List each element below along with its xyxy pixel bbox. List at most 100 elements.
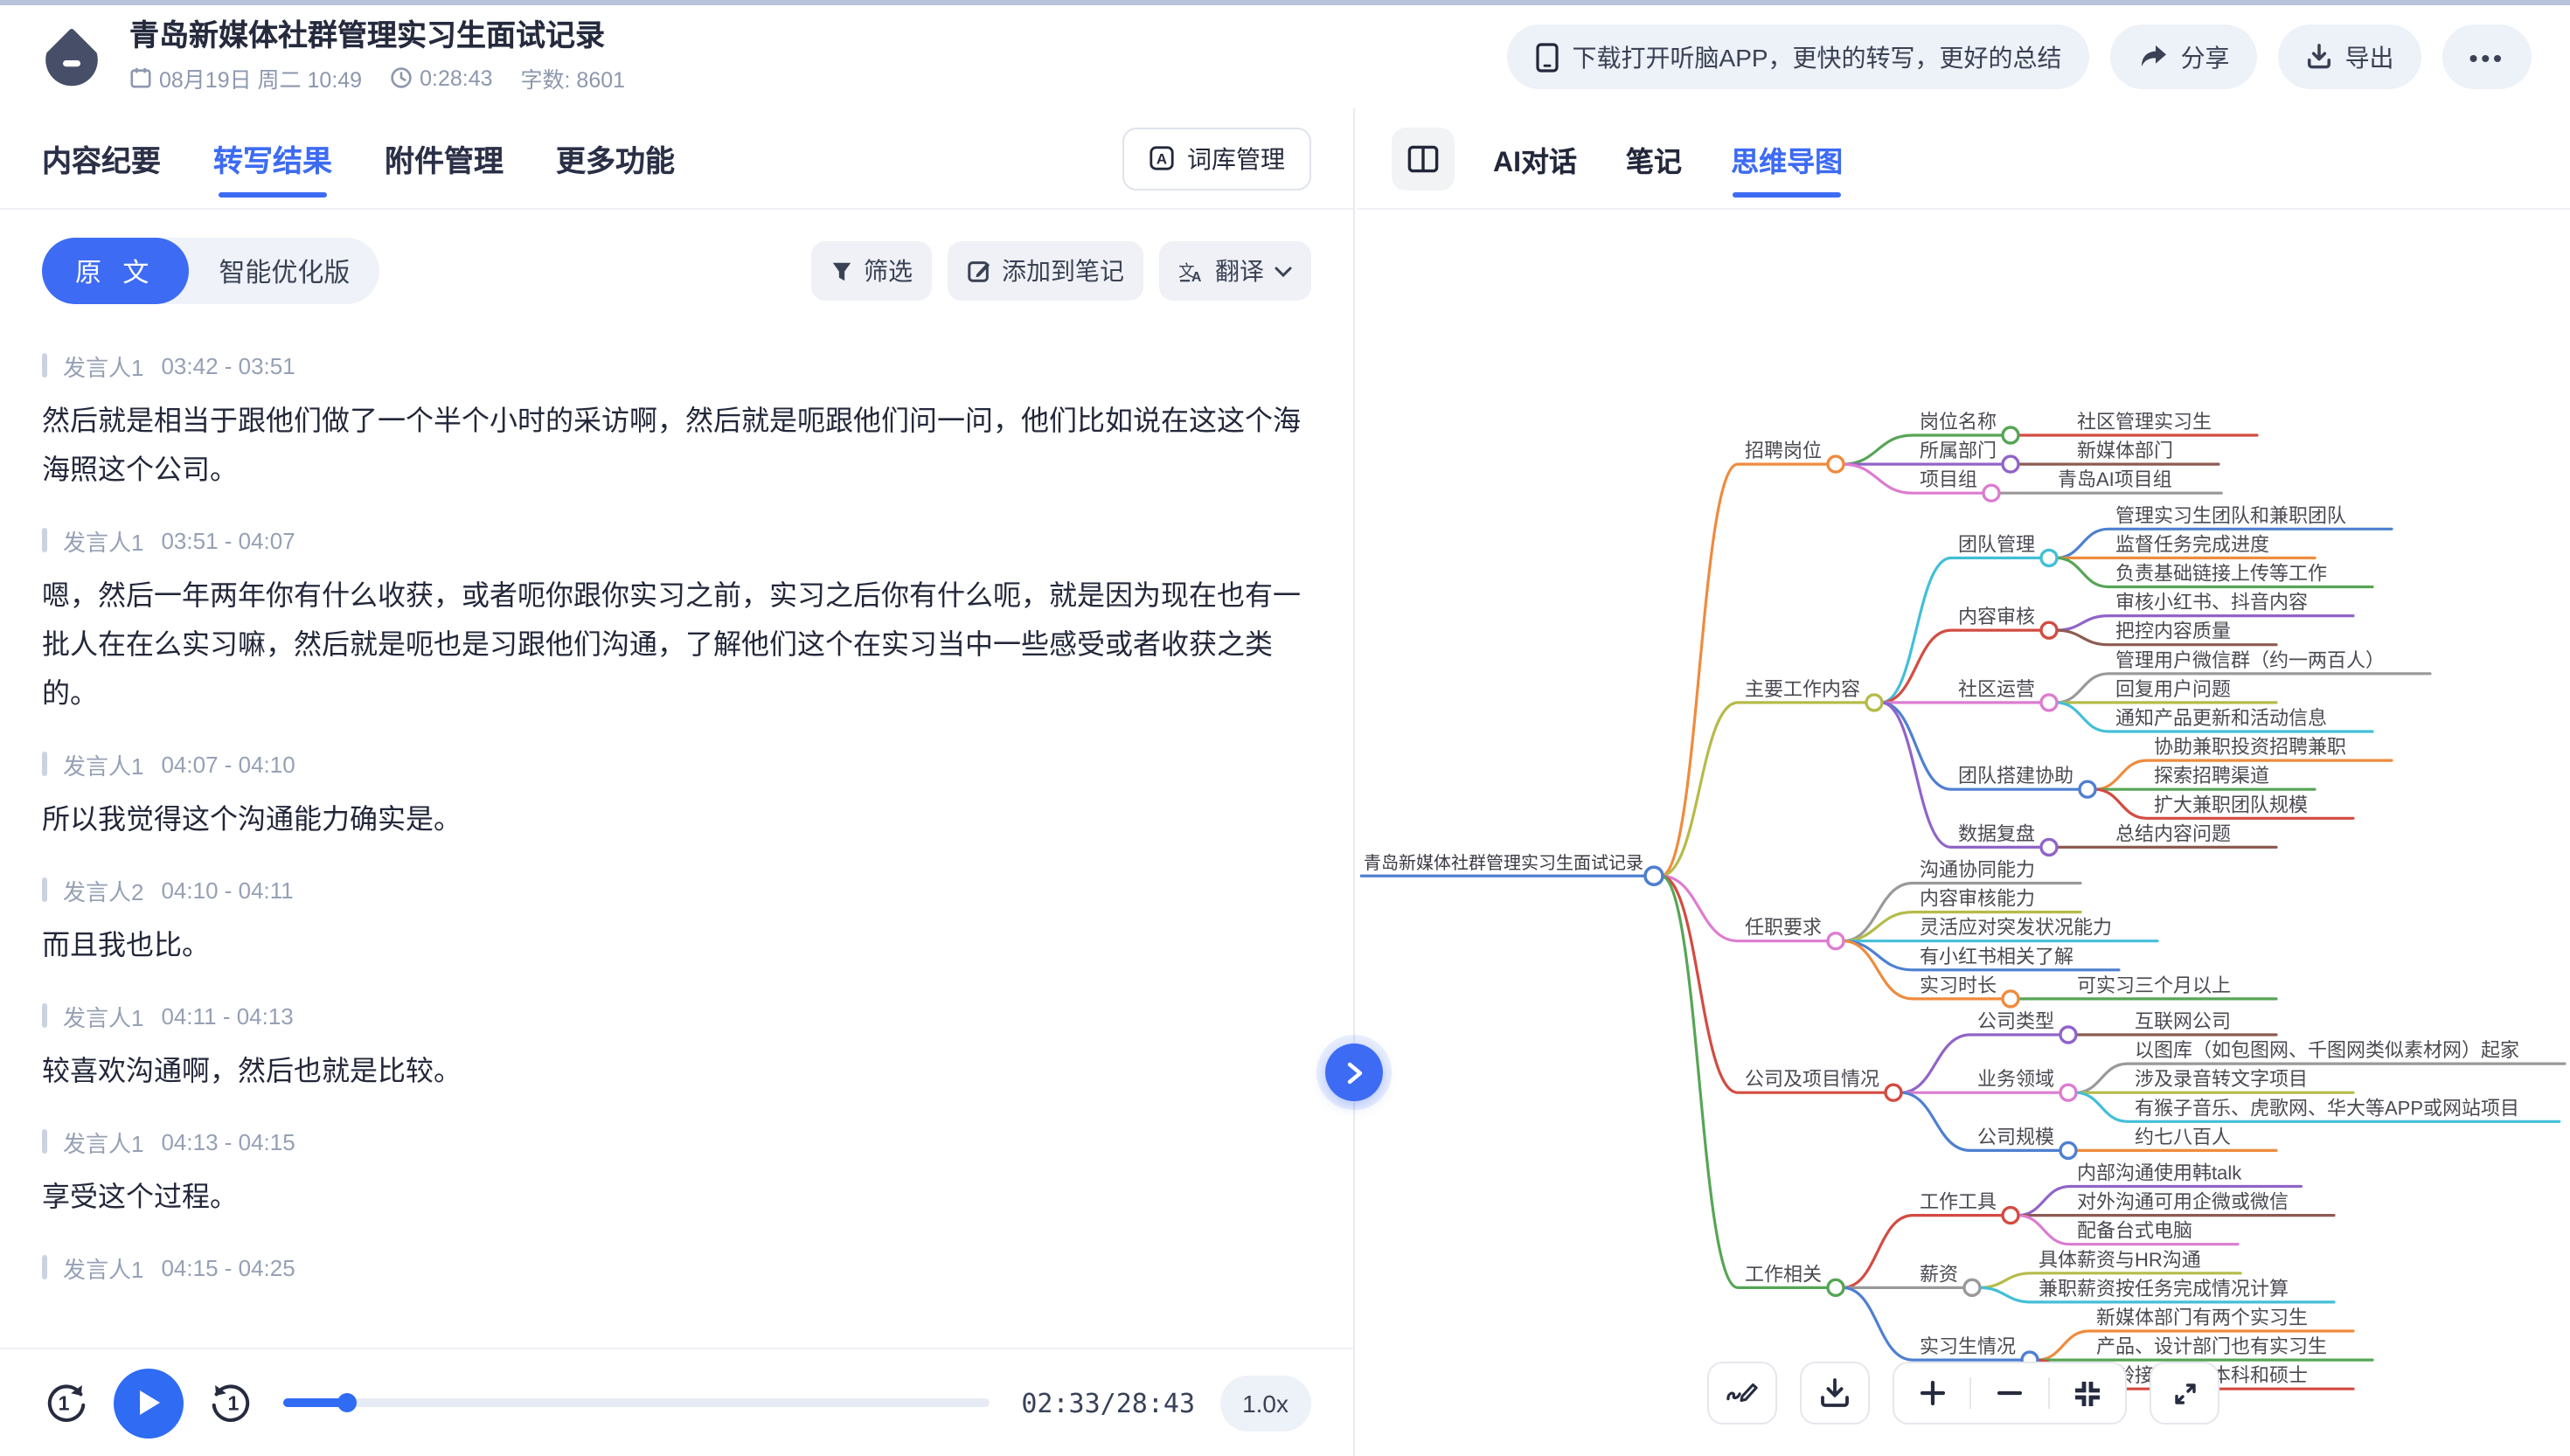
mindmap-node-label[interactable]: 内容审核能力 [1920,888,2035,910]
transcript-text[interactable]: 享受这个过程。 [42,1175,1311,1224]
mindmap-node-label[interactable]: 青岛AI项目组 [2058,468,2172,490]
mindmap-node-label[interactable]: 公司类型 [1977,1010,2054,1032]
mindmap-node-label[interactable]: 约七八百人 [2135,1126,2231,1147]
mindmap-node-label[interactable]: 协助兼职投资招聘兼职 [2154,736,2346,758]
mindmap-node-label[interactable]: 岗位名称 [1920,411,1997,433]
mindmap-node-circle[interactable] [2041,550,2057,565]
transcript-entry[interactable]: 发言人1 04:11 - 04:13 较喜欢沟通啊，然后也就是比较。 [42,1000,1311,1098]
mindmap-node-label[interactable]: 管理实习生团队和兼职团队 [2115,504,2346,526]
tab-content-summary[interactable]: 内容纪要 [42,108,161,208]
mindmap-node-label[interactable]: 审核小红书、抖音内容 [2115,592,2308,614]
mindmap-canvas[interactable]: 招聘岗位岗位名称社区管理实习生所属部门新媒体部门项目组青岛AI项目组主要工作内容… [1357,311,2570,1447]
toggle-original[interactable]: 原 文 [42,238,189,304]
draw-button[interactable] [1707,1362,1777,1425]
more-menu-button[interactable]: ••• [2443,24,2532,89]
mindmap-node-circle[interactable] [2003,1208,2018,1224]
mindmap-node-circle[interactable] [1866,695,1882,711]
fit-view-button[interactable] [2049,1363,2125,1423]
transcript-text[interactable]: 较喜欢沟通啊，然后也就是比较。 [42,1049,1311,1098]
mindmap-node-label[interactable]: 工作工具 [1920,1191,1997,1213]
mindmap-node-circle[interactable] [1983,485,1999,501]
transcript-entry[interactable]: 发言人1 03:42 - 03:51 然后就是相当于跟他们做了一个半个小时的采访… [42,350,1311,496]
rewind-button[interactable]: 1 [42,1379,89,1426]
mindmap-node-circle[interactable] [2060,1085,2076,1100]
mindmap-node-label[interactable]: 可实习三个月以上 [2077,974,2231,996]
mindmap-node-label[interactable]: 公司及项目情况 [1745,1068,1879,1090]
transcript-entry[interactable]: 发言人1 04:13 - 04:15 享受这个过程。 [42,1126,1311,1224]
mindmap-node-label[interactable]: 薪资 [1920,1263,1958,1285]
mindmap-node-circle[interactable] [1828,456,1844,472]
tab-notes[interactable]: 笔记 [1626,108,1682,208]
transcript-entry[interactable]: 发言人2 04:10 - 04:11 而且我也比。 [42,874,1311,972]
tab-attachment-management[interactable]: 附件管理 [385,108,504,208]
transcript-text[interactable]: 而且我也比。 [42,923,1311,972]
mindmap-node-label[interactable]: 数据复盘 [1958,822,2035,844]
mindmap-node-circle[interactable] [2060,1142,2076,1158]
playback-speed-button[interactable]: 1.0x [1219,1375,1311,1431]
mindmap-node-label[interactable]: 总结内容问题 [2115,822,2231,844]
fullscreen-button[interactable] [2150,1362,2219,1425]
mindmap-node-label[interactable]: 兼职薪资按任务完成情况计算 [2039,1278,2289,1300]
mindmap-node-label[interactable]: 社区管理实习生 [2077,411,2212,433]
mindmap-node-circle[interactable] [2080,781,2095,797]
mindmap-node-circle[interactable] [2041,839,2057,855]
play-button[interactable] [114,1368,184,1438]
mindmap-node-label[interactable]: 配备台式电脑 [2077,1220,2192,1242]
mindmap-node-label[interactable]: 团队搭建协助 [1958,765,2073,787]
mindmap-node-label[interactable]: 把控内容质量 [2115,621,2231,642]
progress-bar[interactable] [283,1392,990,1413]
mindmap-node-label[interactable]: 具体薪资与HR沟通 [2039,1249,2201,1271]
mindmap-node-label[interactable]: 任职要求 [1745,917,1822,939]
tab-ai-chat[interactable]: AI对话 [1493,108,1577,208]
mindmap-node-label[interactable]: 沟通协同能力 [1920,859,2035,881]
mindmap-node-label[interactable]: 产品、设计部门也有实习生 [2096,1335,2327,1357]
mindmap-node-label[interactable]: 内部沟通使用韩talk [2077,1162,2242,1184]
mindmap-node-label[interactable]: 工作相关 [1745,1263,1822,1285]
mindmap-node-label[interactable]: 扩大兼职团队规模 [2154,794,2308,815]
mindmap-node-label[interactable]: 通知产品更新和活动信息 [2115,707,2327,729]
add-to-note-button[interactable]: 添加到笔记 [948,241,1143,301]
mindmap-node-circle[interactable] [2003,427,2018,443]
split-view-button[interactable] [1392,127,1455,190]
transcript-text[interactable]: 然后就是相当于跟他们做了一个半个小时的采访啊，然后就是呃跟他们问一问，他们比如说… [42,399,1311,496]
transcript-text[interactable]: 所以我觉得这个沟通能力确实是。 [42,797,1311,846]
mindmap-node-label[interactable]: 以图库（如包图网、千图网类似素材网）起家 [2135,1039,2519,1061]
mindmap-node-label[interactable]: 团队管理 [1958,533,2035,555]
mindmap-node-label[interactable]: 负责基础链接上传等工作 [2115,563,2327,585]
mindmap-node-label[interactable]: 新媒体部门有两个实习生 [2096,1307,2308,1328]
transcript-entry[interactable]: 发言人1 04:07 - 04:10 所以我觉得这个沟通能力确实是。 [42,748,1311,846]
transcript-text[interactable]: 嗯，然后一年两年你有什么收获，或者呃你跟你实习之前，实习之后你有什么呃，就是因为… [42,573,1311,720]
mindmap-node-circle[interactable] [1886,1085,1901,1100]
home-button[interactable] [38,24,105,90]
share-button[interactable]: 分享 [2111,24,2258,89]
progress-thumb[interactable] [338,1393,358,1412]
download-map-button[interactable] [1800,1362,1870,1425]
mindmap-node-label[interactable]: 涉及录音转文字项目 [2135,1068,2308,1090]
mindmap-node-label[interactable]: 主要工作内容 [1745,678,1860,700]
mindmap-node-label[interactable]: 招聘岗位 [1745,440,1822,461]
mindmap-node-circle[interactable] [1828,933,1844,949]
tab-transcription-result[interactable]: 转写结果 [213,108,332,208]
mindmap-node-circle[interactable] [2041,622,2057,638]
collapse-panel-button[interactable] [1325,1043,1383,1101]
mindmap-node-label[interactable]: 内容审核 [1958,606,2035,627]
mindmap-node-circle[interactable] [2041,695,2057,711]
mindmap-node-label[interactable]: 新媒体部门 [2077,440,2173,461]
mindmap-root-circle[interactable] [1645,867,1663,884]
transcript-entry[interactable]: 发言人1 03:51 - 04:07 嗯，然后一年两年你有什么收获，或者呃你跟你… [42,524,1311,720]
zoom-out-button[interactable] [1972,1363,2048,1423]
mindmap-node-label[interactable]: 公司规模 [1977,1126,2054,1147]
mindmap-node-label[interactable]: 社区运营 [1958,678,2035,700]
vocab-management-button[interactable]: A 词库管理 [1122,127,1311,190]
mindmap-node-circle[interactable] [2003,456,2018,472]
mindmap-node-label[interactable]: 有猴子音乐、虎歌网、华大等APP或网站项目 [2135,1097,2519,1119]
mindmap-node-label[interactable]: 业务领域 [1977,1068,2054,1090]
mindmap-node-label[interactable]: 互联网公司 [2135,1010,2231,1032]
translate-button[interactable]: 文A 翻译 [1159,241,1311,301]
mindmap-node-label[interactable]: 项目组 [1920,468,1977,490]
mindmap-node-label[interactable]: 有小红书相关了解 [1920,946,2073,967]
mindmap-node-circle[interactable] [1964,1279,1980,1295]
mindmap-node-circle[interactable] [2060,1027,2076,1043]
mindmap-node-label[interactable]: 实习生情况 [1920,1335,2016,1357]
transcript-entry[interactable]: 发言人1 04:15 - 04:25 [42,1251,1311,1283]
